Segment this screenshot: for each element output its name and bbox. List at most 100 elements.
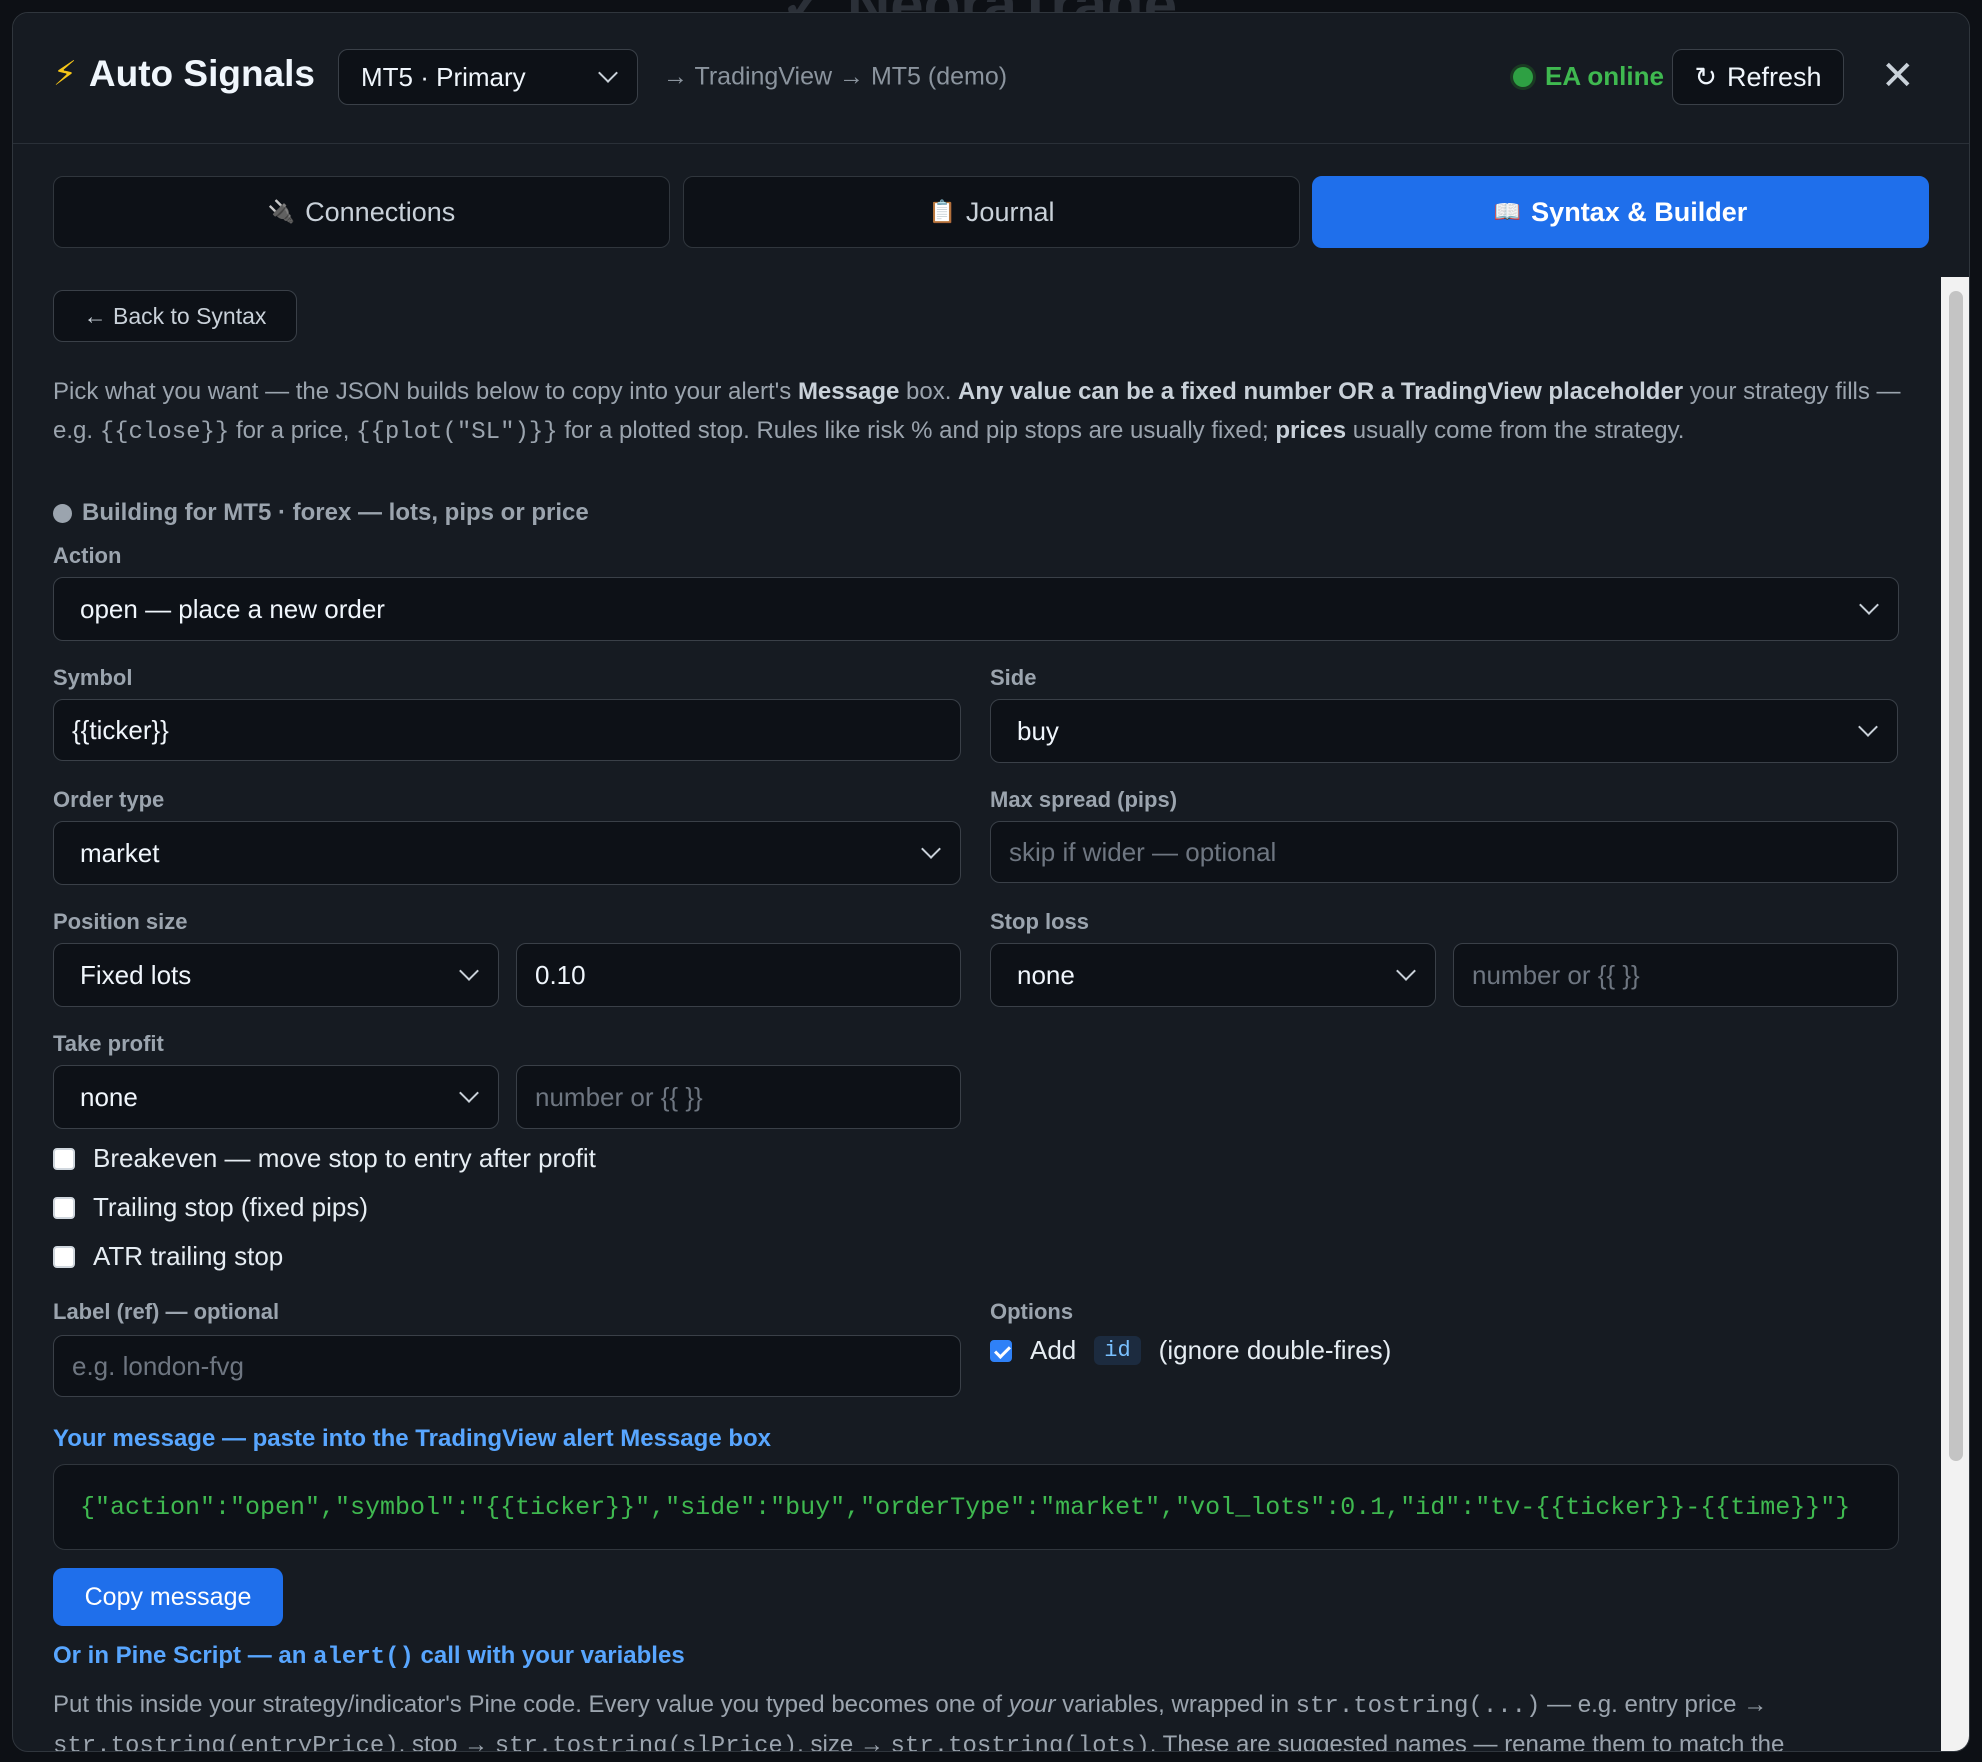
take-profit-input[interactable]: number or {{ }} [516,1065,961,1129]
action-label: Action [53,543,122,568]
pine-title-text-b: call with your variables [413,1642,685,1669]
builder-intro-text: Pick what you want — the JSON builds bel… [53,372,1903,452]
take-profit-mode-value: none [80,1081,138,1112]
atr-trailing-option[interactable]: ATR trailing stop [53,1241,283,1272]
position-size-input-value: 0.10 [535,959,586,990]
chevron-down-icon [1858,717,1878,737]
stop-loss-input[interactable]: number or {{ }} [1453,943,1898,1007]
order-type-select[interactable]: market [53,821,961,885]
stop-loss-label: Stop loss [990,909,1090,934]
intro-bold-message: Message [797,378,900,405]
account-select-value: MT5 · Primary [361,61,526,92]
pine-desc-text-5: , size → [797,1731,891,1752]
pine-desc-text-4: , stop → [398,1731,495,1752]
ea-status-text: EA online [1545,61,1664,91]
pine-desc-text-1: Put this inside your strategy/indicator'… [53,1691,1009,1718]
pine-title-code: alert() [313,1644,414,1671]
account-select[interactable]: MT5 · Primary [338,49,638,105]
intro-code-close: {{close}} [99,419,230,446]
max-spread-input[interactable]: skip if wider — optional [990,821,1898,883]
pine-title-text-a: Or in Pine Script — an [53,1642,314,1669]
lightning-icon: ⚡ [53,55,77,93]
pine-desc-emphasis: your [1008,1691,1056,1718]
symbol-label: Symbol [53,665,133,690]
position-size-label: Position size [53,909,188,934]
tab-journal[interactable]: 📋 Journal [683,176,1300,248]
intro-text-4: for a price, [229,417,357,444]
pine-desc-text-2: variables, wrapped in [1055,1691,1296,1718]
id-code-pill: id [1094,1336,1141,1365]
platform-dot-icon [53,503,72,523]
intro-text-2: box. [899,378,959,405]
chevron-down-icon [459,1083,479,1103]
add-id-option[interactable]: Add id (ignore double-fires) [990,1335,1391,1366]
stop-loss-mode-select[interactable]: none [990,943,1436,1007]
pine-desc-text-3: — e.g. entry price → [1540,1691,1768,1718]
pine-desc-text-6: . These are suggested names — rename the… [1149,1731,1785,1752]
stop-loss-mode-value: none [1017,959,1075,990]
modal-header: ⚡ Auto Signals MT5 · Primary → TradingVi… [13,13,1969,144]
pine-code-lots: str.tostring(lots) [890,1733,1150,1752]
side-select-value: buy [1017,715,1059,746]
clipboard-icon: 📋 [928,199,956,224]
tab-syntax-builder[interactable]: 📖 Syntax & Builder [1312,176,1929,248]
position-size-mode-select[interactable]: Fixed lots [53,943,499,1007]
refresh-label: Refresh [1727,61,1822,92]
ea-status-badge: EA online [1513,61,1664,92]
intro-text-1: Pick what you want — the JSON builds bel… [53,378,798,405]
route-info: → TradingView → MT5 (demo) [663,62,1008,91]
add-id-checkbox[interactable] [990,1339,1012,1362]
close-button[interactable]: ✕ [1881,53,1915,99]
intro-bold-prices: prices [1275,417,1347,444]
intro-bold-placeholder: Any value can be a fixed number OR a Tra… [958,378,1684,405]
modal-title-text: Auto Signals [88,53,315,94]
trailing-stop-checkbox[interactable] [53,1196,75,1219]
atr-trailing-checkbox[interactable] [53,1245,75,1268]
max-spread-label: Max spread (pips) [990,787,1178,812]
tab-journal-label: Journal [965,196,1055,227]
side-select[interactable]: buy [990,699,1898,763]
add-id-label: Add [1030,1335,1077,1365]
message-json-box[interactable]: {"action":"open","symbol":"{{ticker}}","… [53,1464,1899,1550]
intro-text-5: for a plotted stop. Rules like risk % an… [557,417,1276,444]
refresh-button[interactable]: ↻ Refresh [1672,49,1844,105]
tab-syntax-builder-label: Syntax & Builder [1531,196,1748,227]
pine-code-tostring: str.tostring(...) [1295,1693,1541,1720]
action-select-value: open — place a new order [80,593,385,624]
ref-label: Label (ref) — optional [53,1299,280,1324]
tab-connections[interactable]: 🔌 Connections [53,176,670,248]
trailing-stop-option[interactable]: Trailing stop (fixed pips) [53,1192,368,1223]
position-size-mode-value: Fixed lots [80,959,192,990]
breakeven-checkbox[interactable] [53,1147,75,1170]
atr-trailing-checkbox-label: ATR trailing stop [93,1241,284,1271]
trailing-stop-checkbox-label: Trailing stop (fixed pips) [93,1192,369,1222]
pine-code-entry-price: str.tostring(entryPrice) [53,1733,399,1752]
ref-placeholder: e.g. london-fvg [72,1350,245,1381]
auto-signals-modal: ⚡ Auto Signals MT5 · Primary → TradingVi… [12,12,1970,1752]
max-spread-placeholder: skip if wider — optional [1009,836,1277,867]
ref-input[interactable]: e.g. london-fvg [53,1335,961,1397]
position-size-input[interactable]: 0.10 [516,943,961,1007]
breakeven-option[interactable]: Breakeven — move stop to entry after pro… [53,1143,596,1174]
chevron-down-icon [598,63,618,83]
symbol-input[interactable]: {{ticker}} [53,699,961,761]
chevron-down-icon [1859,595,1879,615]
status-dot-icon [1513,66,1533,87]
pine-section-title: Or in Pine Script — an alert() call with… [53,1642,685,1671]
stop-loss-placeholder: number or {{ }} [1472,959,1640,990]
take-profit-mode-select[interactable]: none [53,1065,499,1129]
back-to-syntax-button[interactable]: ← Back to Syntax [53,290,297,342]
action-select[interactable]: open — place a new order [53,577,1899,641]
intro-text-6: usually come from the strategy. [1346,417,1685,444]
symbol-input-value: {{ticker}} [72,714,169,745]
scrollbar-thumb[interactable] [1949,291,1963,1461]
breakeven-checkbox-label: Breakeven — move stop to entry after pro… [93,1143,596,1173]
take-profit-label: Take profit [53,1031,164,1056]
message-section-title: Your message — paste into the TradingVie… [53,1425,771,1452]
chevron-down-icon [921,839,941,859]
copy-message-button[interactable]: Copy message [53,1568,283,1626]
add-id-description: (ignore double-fires) [1158,1335,1392,1365]
intro-code-plot: {{plot("SL")}} [356,419,558,446]
tab-connections-label: Connections [305,196,456,227]
options-label: Options [990,1299,1074,1324]
